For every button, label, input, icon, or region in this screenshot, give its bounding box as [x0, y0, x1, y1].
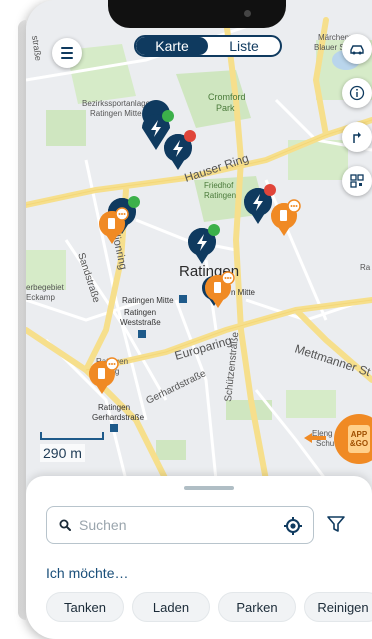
place-label-friedhof-2: Ratingen: [204, 191, 236, 200]
bottom-sheet: Ich möchte… Tanken Laden Parken Reinigen: [26, 476, 372, 639]
search-field[interactable]: [46, 506, 314, 544]
app-go-label-1: APP: [350, 430, 368, 439]
place-label-friedhof-1: Friedhof: [204, 181, 234, 190]
park-area: [46, 110, 86, 146]
intent-chips: Tanken Laden Parken Reinigen: [46, 592, 372, 622]
view-toggle: Karte Liste: [134, 35, 282, 57]
car-button[interactable]: [342, 34, 372, 64]
station-label-weststrasse-2: Weststraße: [120, 318, 161, 327]
app-go-icon: APP &GO: [348, 425, 370, 453]
place-label-sportanlage-1: Bezirkssportanlage: [82, 99, 151, 108]
search-input[interactable]: [79, 517, 279, 533]
park-area: [286, 390, 336, 418]
info-icon: [349, 85, 365, 101]
map-view[interactable]: Hauser Ring Europaring Mettmanner St Sch…: [26, 0, 372, 480]
chip-reinigen[interactable]: Reinigen: [304, 592, 372, 622]
chip-tanken[interactable]: Tanken: [46, 592, 124, 622]
qr-code-icon: [350, 174, 364, 188]
hamburger-icon-line: [61, 52, 73, 54]
hamburger-icon-line: [61, 57, 73, 59]
qr-scan-button[interactable]: [342, 166, 372, 196]
chip-parken[interactable]: Parken: [218, 592, 296, 622]
car-icon: [350, 45, 364, 55]
place-label-gewerbegebiet-1: erbegebiet: [26, 283, 65, 292]
phone-notch: [108, 0, 286, 28]
park-area: [156, 440, 186, 460]
station-label-gerhardstrasse-2: Gerhardstraße: [92, 413, 145, 422]
station-label-gerhardstrasse-1: Ratingen: [98, 403, 130, 412]
locate-me-icon[interactable]: [283, 516, 303, 536]
place-label-cromford-1: Cromford: [208, 92, 246, 102]
search-icon: [59, 519, 71, 531]
hamburger-icon-line: [61, 47, 73, 49]
place-label-eleng-2: Schu: [316, 439, 334, 448]
place-label-ra: Ra: [360, 263, 371, 272]
phone-bezel: [18, 20, 26, 620]
route-icon: [353, 132, 361, 143]
station-label-mitte: n Mitte: [231, 288, 256, 297]
intent-prompt: Ich möchte…: [46, 565, 129, 581]
filter-icon[interactable]: [326, 514, 346, 534]
route-button[interactable]: [342, 122, 372, 152]
station-label-ratingen-mitte: Ratingen Mitte: [122, 296, 174, 305]
place-label-gewerbegebiet-2: Eckamp: [26, 293, 55, 302]
info-button[interactable]: [342, 78, 372, 108]
tab-list[interactable]: Liste: [208, 37, 280, 55]
scale-bar: [40, 432, 104, 440]
station-label-weststrasse-1: Ratingen: [124, 308, 156, 317]
menu-button[interactable]: [52, 38, 82, 68]
scale-label: 290 m: [40, 444, 85, 462]
place-label-sportanlage-2: Ratingen Mitte: [90, 109, 142, 118]
tab-map[interactable]: Karte: [136, 37, 208, 55]
app-go-label-2: &GO: [349, 439, 369, 448]
map-scale: 290 m: [40, 432, 104, 463]
sheet-drag-handle[interactable]: [184, 486, 234, 490]
phone-screen: Hauser Ring Europaring Mettmanner St Sch…: [26, 0, 372, 639]
chip-laden[interactable]: Laden: [132, 592, 210, 622]
place-label-cromford-2: Park: [216, 103, 235, 113]
